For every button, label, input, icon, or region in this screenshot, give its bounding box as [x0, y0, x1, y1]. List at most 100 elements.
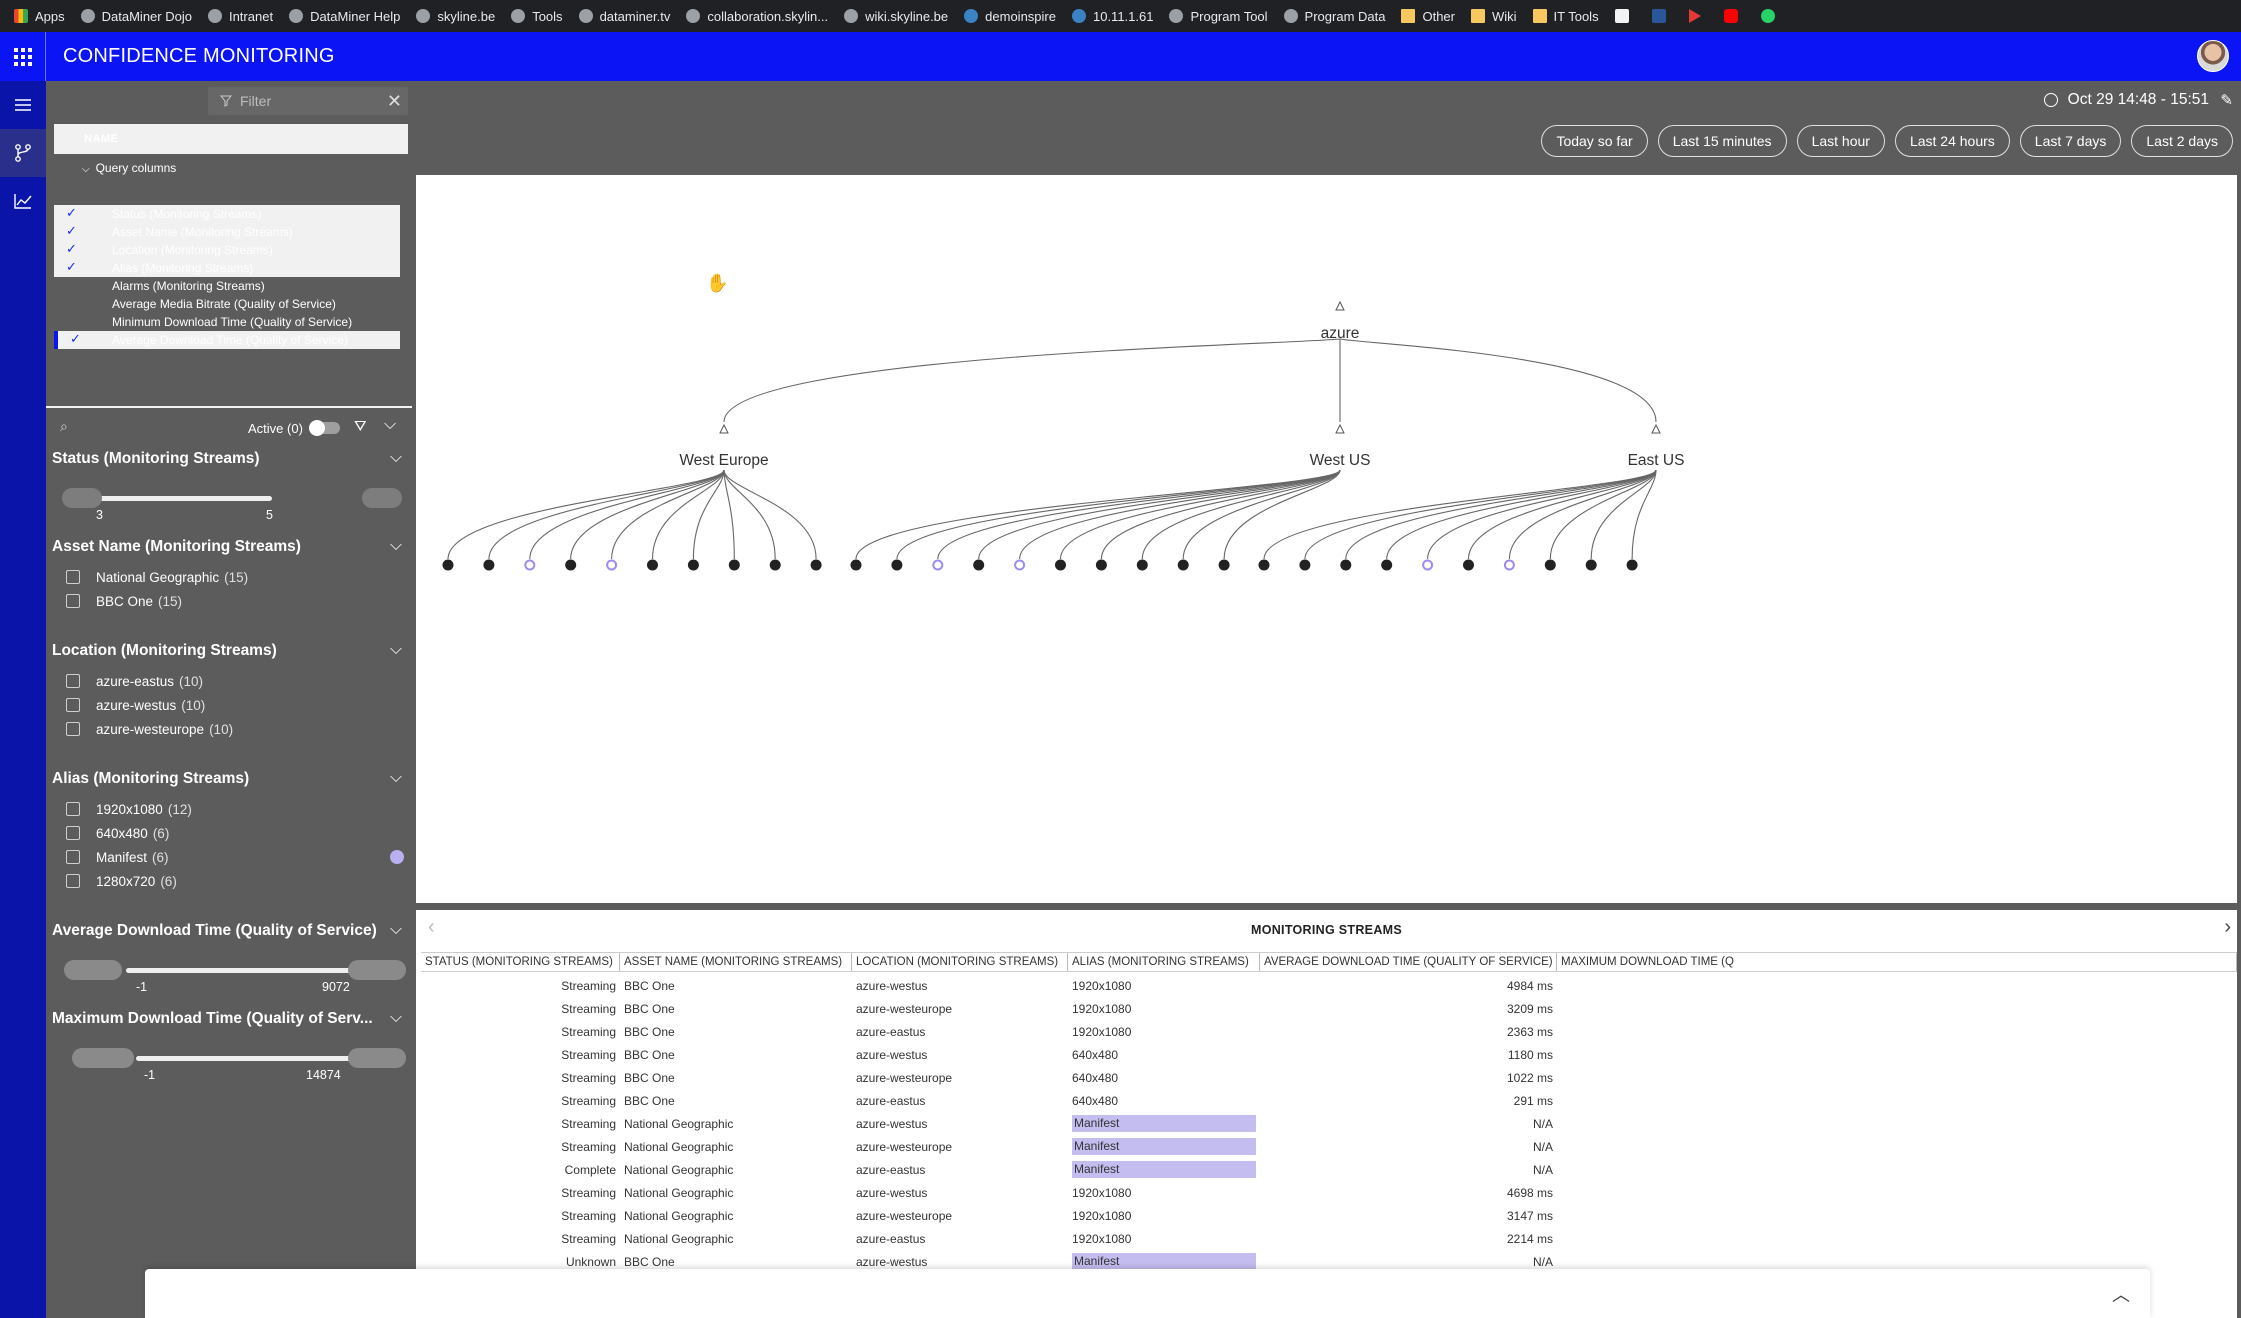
clear-filter-icon[interactable]: ✕ [387, 91, 402, 112]
slider-min-handle[interactable] [72, 1048, 134, 1068]
quick-range-button[interactable]: Last 24 hours [1894, 125, 2010, 157]
checkbox[interactable] [66, 826, 80, 840]
stream-leaf-node[interactable] [850, 559, 862, 571]
stream-leaf-node[interactable] [1544, 559, 1556, 571]
table-row[interactable]: Streaming BBC One azure-westeurope 1920x108… [421, 997, 2237, 1020]
bookmark-item[interactable]: Apps [6, 0, 73, 32]
stream-leaf-node[interactable] [1503, 559, 1515, 571]
region-node-icon[interactable] [1651, 423, 1661, 434]
chevron-down-icon[interactable]: ⌵ [390, 769, 402, 787]
column-header[interactable]: STATUS (MONITORING STREAMS) [421, 953, 620, 971]
table-row[interactable]: Streaming National Geographic azure-westus… [421, 1181, 2237, 1204]
checkbox[interactable] [66, 698, 80, 712]
bookmark-item[interactable]: Wiki [1463, 0, 1525, 32]
table-row[interactable]: Streaming National Geographic azure-westeu… [421, 1204, 2237, 1227]
topology-region-label[interactable]: West US [1310, 452, 1371, 470]
checkbox[interactable] [66, 674, 80, 688]
table-row[interactable]: Streaming National Geographic azure-eastus… [421, 1227, 2237, 1250]
quick-range-button[interactable]: Last 15 minutes [1657, 125, 1787, 157]
max-download-filter-title[interactable]: Maximum Download Time (Quality of Serv..… [52, 1007, 408, 1031]
region-node-icon[interactable] [719, 423, 729, 434]
stream-leaf-node[interactable] [1340, 559, 1352, 571]
checkbox[interactable] [66, 570, 80, 584]
status-filter-title[interactable]: Status (Monitoring Streams) ⌵ [52, 447, 408, 471]
stream-leaf-node[interactable] [769, 559, 781, 571]
stream-leaf-node[interactable] [1422, 559, 1434, 571]
stream-leaf-node[interactable] [1463, 559, 1474, 571]
bookmark-item[interactable]: DataMiner Dojo [73, 0, 200, 32]
time-range-display[interactable]: Oct 29 14:48 - 15:51 [2043, 91, 2209, 109]
collapse-chevron-icon[interactable]: ⌵ [384, 416, 396, 434]
stream-leaf-node[interactable] [1258, 559, 1270, 571]
location-option[interactable]: azure-westeurope (10) [52, 717, 408, 741]
stream-leaf-node[interactable] [565, 559, 577, 571]
stream-leaf-node[interactable] [932, 559, 944, 571]
slider-min-handle[interactable] [64, 960, 122, 980]
bookmark-item[interactable] [1644, 0, 1681, 32]
slider-max-handle[interactable] [348, 960, 406, 980]
stream-leaf-node[interactable] [524, 559, 536, 571]
stream-leaf-node[interactable] [1585, 559, 1597, 571]
bookmark-item[interactable]: dataminer.tv [571, 0, 679, 32]
slider-max-handle[interactable] [348, 1048, 406, 1068]
bookmark-item[interactable]: DataMiner Help [281, 0, 408, 32]
filter-input[interactable]: Filter ✕ [208, 87, 408, 115]
region-node-icon[interactable] [1335, 423, 1345, 434]
bookmark-item[interactable]: skyline.be [408, 0, 503, 32]
query-column-item[interactable]: ✓ Asset Name (Monitoring Streams) [54, 223, 400, 241]
avg-download-filter-title[interactable]: Average Download Time (Quality of Servic… [52, 919, 408, 943]
quick-range-button[interactable]: Last hour [1796, 125, 1885, 157]
bookmark-item[interactable]: demoinspire [956, 0, 1064, 32]
alias-option[interactable]: 1280x720 (6) [52, 869, 408, 893]
checkbox[interactable] [66, 722, 80, 736]
bookmark-item[interactable] [1716, 0, 1753, 32]
location-option[interactable]: azure-eastus (10) [52, 669, 408, 693]
table-row[interactable]: Complete National Geographic azure-eastus M… [421, 1158, 2237, 1181]
stream-leaf-node[interactable] [1014, 559, 1026, 571]
pin-icon[interactable]: ✎ [2220, 91, 2233, 109]
table-next-icon[interactable]: › [2224, 916, 2231, 939]
topology-region-label[interactable]: West Europe [679, 452, 768, 470]
quick-range-button[interactable]: Last 2 days [2131, 125, 2233, 157]
topology-canvas[interactable]: azure West Europe West US East US ✋ [416, 175, 2237, 903]
slider-min-handle[interactable] [62, 488, 102, 508]
bookmark-item[interactable] [1753, 0, 1790, 32]
query-columns-toggle[interactable]: ⌵ Query columns [82, 161, 176, 175]
topology-graph[interactable] [416, 175, 2237, 903]
location-filter-title[interactable]: Location (Monitoring Streams) ⌵ [52, 639, 408, 663]
max-download-range-slider[interactable]: -1 14874 [52, 1031, 408, 1082]
alias-filter-title[interactable]: Alias (Monitoring Streams) ⌵ [52, 767, 408, 791]
column-header[interactable]: AVERAGE DOWNLOAD TIME (QUALITY OF SERVIC… [1260, 953, 1557, 971]
checkbox[interactable] [66, 850, 80, 864]
name-column-header[interactable]: NAME [54, 124, 408, 154]
bookmark-item[interactable]: wiki.skyline.be [836, 0, 956, 32]
menu-button[interactable] [0, 81, 46, 129]
table-row[interactable]: Streaming BBC One azure-eastus 640x480 291 m… [421, 1089, 2237, 1112]
bookmark-item[interactable]: Intranet [200, 0, 281, 32]
alias-option[interactable]: 640x480 (6) [52, 821, 408, 845]
chevron-down-icon[interactable]: ⌵ [390, 921, 402, 939]
stream-leaf-node[interactable] [973, 559, 985, 571]
stream-leaf-node[interactable] [1177, 559, 1189, 571]
query-column-item[interactable]: ✓ Average Download Time (Quality of Servi… [54, 331, 400, 349]
asset-filter-title[interactable]: Asset Name (Monitoring Streams) ⌵ [52, 535, 408, 559]
avg-download-range-slider[interactable]: -1 9072 [52, 943, 408, 994]
chevron-down-icon[interactable]: ⌵ [390, 641, 402, 659]
slider-track[interactable] [96, 496, 272, 501]
bookmark-item[interactable]: Tools [503, 0, 570, 32]
table-row[interactable]: Streaming National Geographic azure-westus… [421, 1112, 2237, 1135]
bottom-drawer[interactable]: ︿ [145, 1269, 2150, 1318]
bookmark-item[interactable]: IT Tools [1525, 0, 1607, 32]
query-column-item[interactable]: ✓ Alias (Monitoring Streams) [54, 259, 400, 277]
column-header[interactable]: LOCATION (MONITORING STREAMS) [852, 953, 1068, 971]
quick-range-button[interactable]: Last 7 days [2019, 125, 2122, 157]
stream-leaf-node[interactable] [606, 559, 618, 571]
bookmark-item[interactable]: Program Tool [1161, 0, 1275, 32]
chevron-down-icon[interactable]: ⌵ [390, 537, 402, 555]
topology-region-label[interactable]: East US [1628, 452, 1685, 470]
column-header[interactable]: MAXIMUM DOWNLOAD TIME (Q [1557, 953, 2237, 971]
checkbox[interactable] [66, 874, 80, 888]
query-column-item[interactable]: ✓ Status (Monitoring Streams) [54, 205, 400, 223]
query-column-item[interactable]: Average Media Bitrate (Quality of Servic… [54, 295, 400, 313]
stream-leaf-node[interactable] [1299, 559, 1311, 571]
